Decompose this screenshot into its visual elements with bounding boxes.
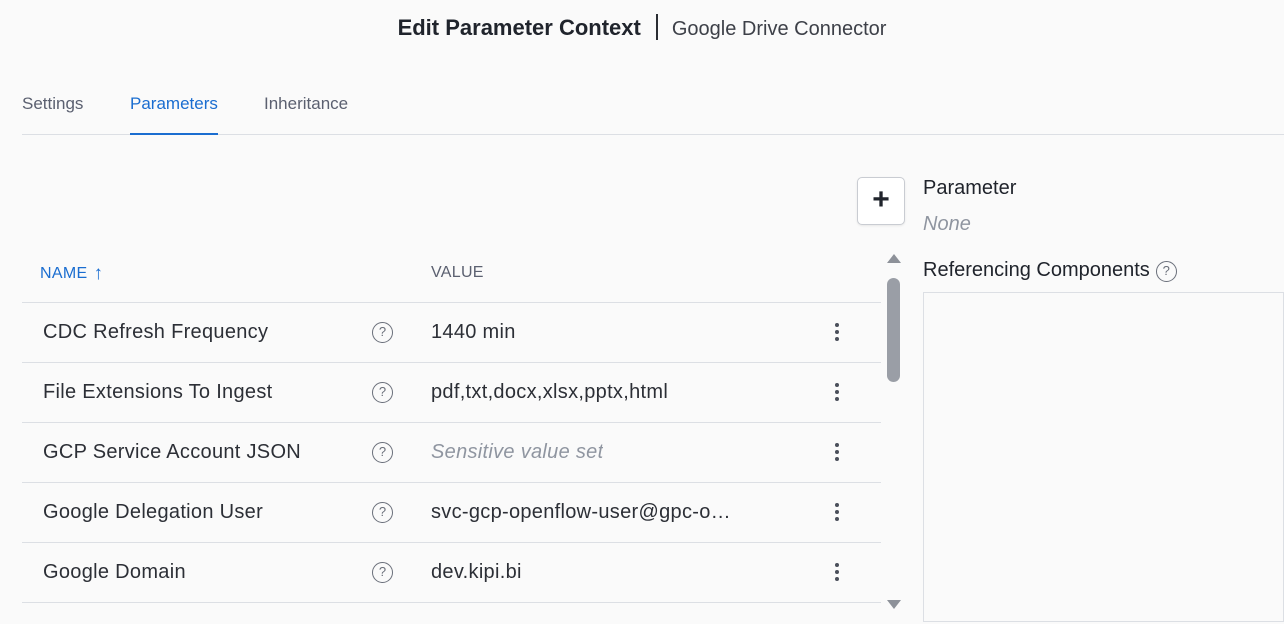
parameter-name: Google Domain (43, 561, 186, 583)
tab-bar: Settings Parameters Inheritance (22, 92, 1284, 135)
parameter-value: dev.kipi.bi (431, 561, 522, 583)
scrollbar-thumb[interactable] (887, 278, 900, 382)
table-row[interactable]: File Extensions To Ingest ? pdf,txt,docx… (22, 363, 881, 423)
arrow-up-icon: ↑ (93, 263, 104, 284)
parameter-name: CDC Refresh Frequency (43, 321, 269, 343)
tab-parameters[interactable]: Parameters (130, 92, 218, 135)
kebab-menu-icon[interactable] (832, 443, 842, 463)
add-parameter-button[interactable]: + (857, 177, 905, 225)
help-icon[interactable]: ? (372, 322, 393, 343)
dialog-header: Edit Parameter Context Google Drive Conne… (0, 14, 1284, 43)
dialog-subtitle: Google Drive Connector (671, 18, 887, 40)
tab-inheritance[interactable]: Inheritance (264, 92, 348, 135)
title-separator (655, 14, 658, 40)
tab-settings[interactable]: Settings (22, 92, 83, 135)
table-row[interactable]: Google Delegation User ? svc-gcp-openflo… (22, 483, 881, 543)
table-row[interactable]: GCP Service Account JSON ? Sensitive val… (22, 423, 881, 483)
referencing-components-label: Referencing Components (923, 259, 1150, 281)
help-icon[interactable]: ? (372, 502, 393, 523)
parameter-value: svc-gcp-openflow-user@gpc-o… (431, 501, 731, 523)
kebab-menu-icon[interactable] (832, 383, 842, 403)
help-icon[interactable]: ? (372, 382, 393, 403)
column-header-value[interactable]: VALUE (431, 264, 484, 282)
table-row[interactable]: CDC Refresh Frequency ? 1440 min (22, 303, 881, 363)
parameter-value-sensitive: Sensitive value set (431, 441, 604, 463)
parameter-name: GCP Service Account JSON (43, 441, 302, 463)
column-header-name-label: NAME (40, 265, 88, 282)
referencing-components-heading: Referencing Components? (923, 259, 1177, 282)
parameter-value: pdf,txt,docx,xlsx,pptx,html (431, 381, 669, 403)
table-row[interactable]: Google Domain ? dev.kipi.bi (22, 543, 881, 603)
parameter-selected-value: None (923, 213, 971, 235)
kebab-menu-icon[interactable] (832, 323, 842, 343)
dialog-title: Edit Parameter Context (397, 15, 641, 40)
help-icon[interactable]: ? (372, 562, 393, 583)
parameter-heading: Parameter (923, 177, 1017, 199)
parameter-value: 1440 min (431, 321, 516, 343)
table-header: NAME ↑ VALUE (22, 243, 881, 303)
scroll-down-arrow-icon[interactable] (887, 600, 901, 609)
scroll-up-arrow-icon[interactable] (887, 254, 901, 263)
kebab-menu-icon[interactable] (832, 563, 842, 583)
help-icon[interactable]: ? (1155, 261, 1177, 282)
kebab-menu-icon[interactable] (832, 503, 842, 523)
parameter-name: Google Delegation User (43, 501, 264, 523)
referencing-components-list (923, 292, 1284, 622)
parameter-name: File Extensions To Ingest (43, 381, 273, 403)
help-icon[interactable]: ? (372, 442, 393, 463)
column-header-name[interactable]: NAME ↑ (40, 263, 103, 285)
table-scrollbar[interactable] (884, 254, 904, 614)
parameters-table: NAME ↑ VALUE CDC Refresh Frequency ? 1440… (22, 243, 881, 603)
